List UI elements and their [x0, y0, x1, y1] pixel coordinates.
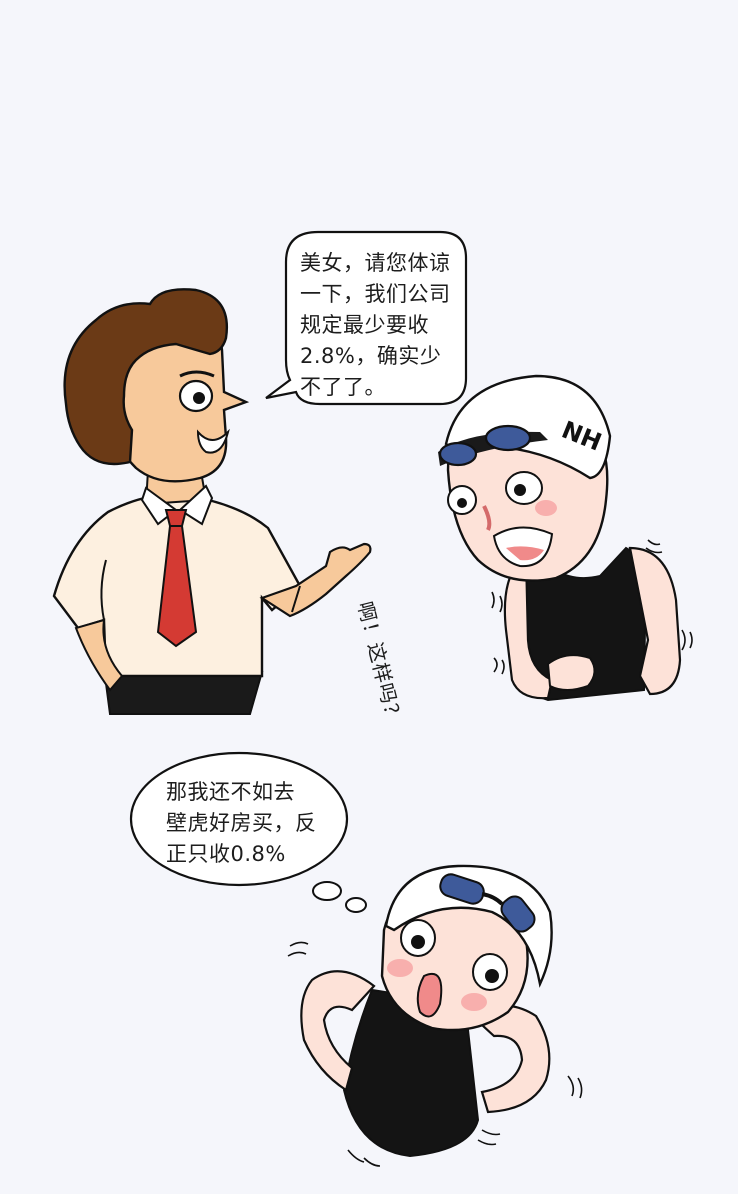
comic-page: NH 美女，请您体谅 一下，我们公司 规定最少要收 2.8%，确实少 不了了。 …	[0, 0, 738, 1194]
man-speech-line: 不了了。	[300, 375, 386, 399]
man-speech-line: 美女，请您体谅	[300, 251, 451, 275]
woman-figure-1: NH	[438, 374, 693, 702]
man-speech-text: 美女，请您体谅 一下，我们公司 规定最少要收 2.8%，确实少 不了了。	[300, 248, 451, 403]
thought-line: 正只收0.8%	[166, 842, 286, 866]
man-speech-line: 一下，我们公司	[300, 282, 451, 306]
thought-line: 那我还不如去	[166, 780, 295, 804]
comic-artwork: NH	[52, 230, 693, 1167]
man-speech-line: 2.8%，确实少	[300, 344, 442, 368]
thought-line: 壁虎好房买，反	[166, 811, 317, 835]
man-speech-line: 规定最少要收	[300, 313, 429, 337]
woman-figure-2	[287, 864, 583, 1167]
thought-text: 那我还不如去 壁虎好房买，反 正只收0.8%	[166, 777, 317, 870]
